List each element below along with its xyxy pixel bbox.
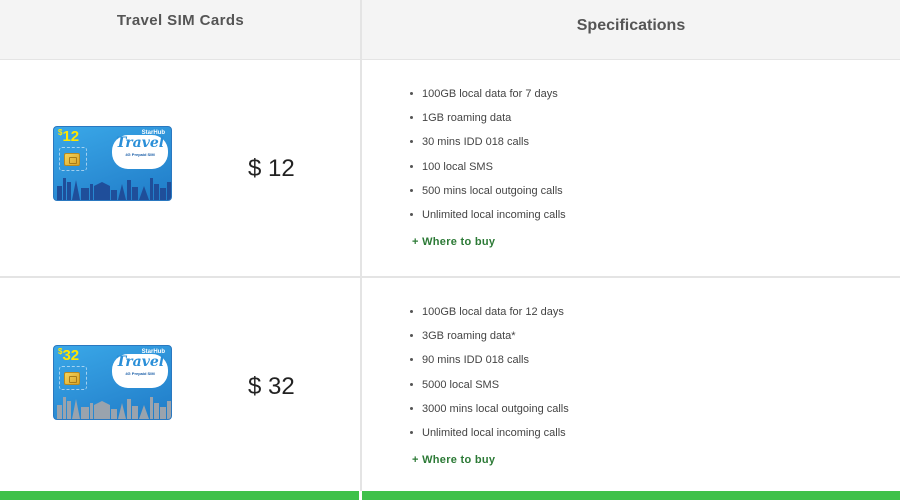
specifications-column: Specifications 100GB local data for 7 da…: [362, 0, 900, 500]
sim-card-image: $32 StarHub Travel 4G Prepaid SIM: [53, 345, 172, 420]
sim-card-comparison-table: Travel SIM Cards $12 StarHub Travel 4G P…: [0, 0, 900, 500]
accent-bottom-bar: [0, 491, 900, 500]
sim-chip-icon: [64, 153, 80, 166]
card-face-value: $32: [58, 347, 80, 364]
accent-bar-gap: [359, 491, 362, 500]
sim-chip-icon: [64, 372, 80, 385]
travel-sim-cards-header: Travel SIM Cards: [0, 0, 361, 60]
price-label: $ 32: [248, 373, 295, 400]
where-to-buy-link[interactable]: + Where to buy: [412, 236, 495, 248]
spec-list: 100GB local data for 12 days 3GB roaming…: [410, 304, 569, 449]
spec-item: 5000 local SMS: [410, 377, 569, 401]
row-divider: [0, 276, 900, 278]
spec-row-12: 100GB local data for 7 days 1GB roaming …: [362, 60, 900, 277]
spec-item: 3000 mins local outgoing calls: [410, 401, 569, 425]
price-label: $ 12: [248, 155, 295, 182]
specifications-header: Specifications: [362, 0, 900, 60]
product-row-12: $12 StarHub Travel 4G Prepaid SIM $ 12: [0, 60, 361, 277]
spec-item: 3GB roaming data*: [410, 328, 569, 352]
card-face-value: $12: [58, 128, 80, 145]
travel-sim-cards-column: Travel SIM Cards $12 StarHub Travel 4G P…: [0, 0, 361, 500]
column-title: Specifications: [576, 17, 686, 34]
spec-item: Unlimited local incoming calls: [410, 207, 566, 231]
spec-row-32: 100GB local data for 12 days 3GB roaming…: [362, 278, 900, 491]
spec-item: Unlimited local incoming calls: [410, 425, 569, 449]
spec-item: 90 mins IDD 018 calls: [410, 352, 569, 376]
travel-logo: Travel: [115, 354, 165, 370]
spec-item: 1GB roaming data: [410, 110, 566, 134]
city-skyline-icon: [57, 397, 171, 419]
spec-item: 100GB local data for 7 days: [410, 86, 566, 110]
sim-card-image: $12 StarHub Travel 4G Prepaid SIM: [53, 126, 172, 201]
where-to-buy-link[interactable]: + Where to buy: [412, 454, 495, 466]
column-title: Travel SIM Cards: [116, 12, 245, 29]
spec-list: 100GB local data for 7 days 1GB roaming …: [410, 86, 566, 231]
spec-item: 30 mins IDD 018 calls: [410, 134, 566, 158]
product-row-32: $32 StarHub Travel 4G Prepaid SIM $ 32: [0, 278, 361, 491]
travel-logo-subtitle: 4G Prepaid SIM: [125, 371, 155, 376]
spec-item: 100GB local data for 12 days: [410, 304, 569, 328]
travel-logo: Travel: [115, 135, 165, 151]
travel-logo-subtitle: 4G Prepaid SIM: [125, 152, 155, 157]
city-skyline-icon: [57, 178, 171, 200]
spec-item: 100 local SMS: [410, 159, 566, 183]
spec-item: 500 mins local outgoing calls: [410, 183, 566, 207]
